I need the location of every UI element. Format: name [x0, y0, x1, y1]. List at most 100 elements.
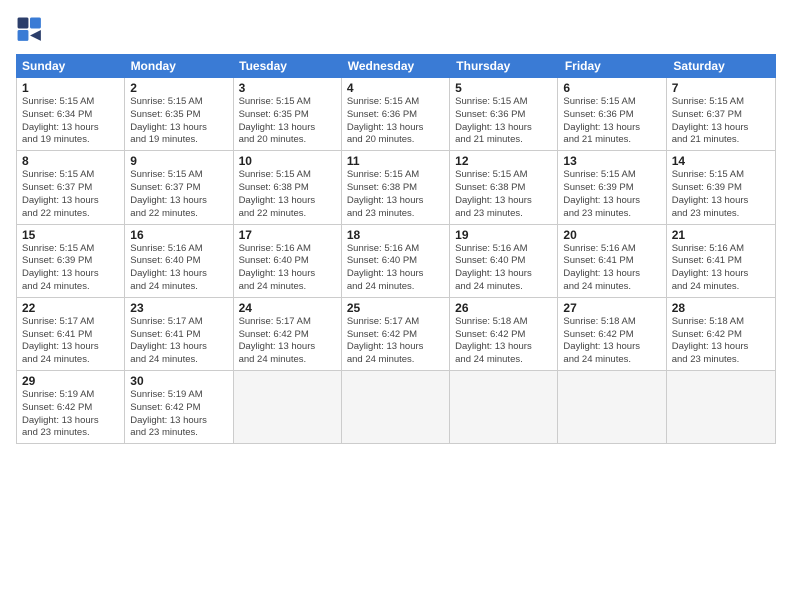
day-info: Sunrise: 5:15 AM Sunset: 6:36 PM Dayligh…: [347, 96, 444, 147]
calendar-body: 1Sunrise: 5:15 AM Sunset: 6:34 PM Daylig…: [16, 78, 776, 444]
day-number: 22: [22, 301, 119, 315]
day-info: Sunrise: 5:15 AM Sunset: 6:37 PM Dayligh…: [672, 96, 770, 147]
calendar-cell: 19Sunrise: 5:16 AM Sunset: 6:40 PM Dayli…: [450, 225, 558, 297]
calendar-cell: 7Sunrise: 5:15 AM Sunset: 6:37 PM Daylig…: [667, 78, 775, 150]
day-number: 6: [563, 81, 660, 95]
day-info: Sunrise: 5:15 AM Sunset: 6:37 PM Dayligh…: [22, 169, 119, 220]
calendar-cell: 5Sunrise: 5:15 AM Sunset: 6:36 PM Daylig…: [450, 78, 558, 150]
header: [16, 16, 776, 44]
day-number: 5: [455, 81, 552, 95]
calendar-cell: 21Sunrise: 5:16 AM Sunset: 6:41 PM Dayli…: [667, 225, 775, 297]
day-number: 7: [672, 81, 770, 95]
calendar-cell: 26Sunrise: 5:18 AM Sunset: 6:42 PM Dayli…: [450, 298, 558, 370]
day-info: Sunrise: 5:19 AM Sunset: 6:42 PM Dayligh…: [130, 389, 227, 440]
calendar-cell: 25Sunrise: 5:17 AM Sunset: 6:42 PM Dayli…: [342, 298, 450, 370]
day-number: 21: [672, 228, 770, 242]
day-number: 12: [455, 154, 552, 168]
calendar-cell: [450, 371, 558, 443]
day-info: Sunrise: 5:15 AM Sunset: 6:39 PM Dayligh…: [563, 169, 660, 220]
calendar-cell: 6Sunrise: 5:15 AM Sunset: 6:36 PM Daylig…: [558, 78, 666, 150]
calendar-cell: [667, 371, 775, 443]
day-number: 29: [22, 374, 119, 388]
calendar-cell: 30Sunrise: 5:19 AM Sunset: 6:42 PM Dayli…: [125, 371, 233, 443]
page: SundayMondayTuesdayWednesdayThursdayFrid…: [0, 0, 792, 612]
day-info: Sunrise: 5:15 AM Sunset: 6:39 PM Dayligh…: [22, 243, 119, 294]
day-info: Sunrise: 5:18 AM Sunset: 6:42 PM Dayligh…: [455, 316, 552, 367]
calendar-cell: 4Sunrise: 5:15 AM Sunset: 6:36 PM Daylig…: [342, 78, 450, 150]
calendar-header: SundayMondayTuesdayWednesdayThursdayFrid…: [16, 54, 776, 78]
calendar: SundayMondayTuesdayWednesdayThursdayFrid…: [16, 54, 776, 596]
day-number: 4: [347, 81, 444, 95]
day-info: Sunrise: 5:18 AM Sunset: 6:42 PM Dayligh…: [563, 316, 660, 367]
day-number: 10: [239, 154, 336, 168]
day-number: 24: [239, 301, 336, 315]
header-day-monday: Monday: [125, 54, 234, 78]
day-info: Sunrise: 5:15 AM Sunset: 6:35 PM Dayligh…: [239, 96, 336, 147]
calendar-cell: 3Sunrise: 5:15 AM Sunset: 6:35 PM Daylig…: [234, 78, 342, 150]
calendar-cell: 9Sunrise: 5:15 AM Sunset: 6:37 PM Daylig…: [125, 151, 233, 223]
calendar-cell: 20Sunrise: 5:16 AM Sunset: 6:41 PM Dayli…: [558, 225, 666, 297]
calendar-cell: 28Sunrise: 5:18 AM Sunset: 6:42 PM Dayli…: [667, 298, 775, 370]
day-number: 8: [22, 154, 119, 168]
day-info: Sunrise: 5:16 AM Sunset: 6:40 PM Dayligh…: [130, 243, 227, 294]
day-info: Sunrise: 5:16 AM Sunset: 6:40 PM Dayligh…: [239, 243, 336, 294]
header-day-tuesday: Tuesday: [233, 54, 342, 78]
day-number: 11: [347, 154, 444, 168]
day-number: 16: [130, 228, 227, 242]
day-number: 15: [22, 228, 119, 242]
day-info: Sunrise: 5:16 AM Sunset: 6:40 PM Dayligh…: [347, 243, 444, 294]
day-number: 17: [239, 228, 336, 242]
day-info: Sunrise: 5:15 AM Sunset: 6:38 PM Dayligh…: [239, 169, 336, 220]
day-number: 2: [130, 81, 227, 95]
header-day-thursday: Thursday: [450, 54, 559, 78]
day-number: 30: [130, 374, 227, 388]
day-info: Sunrise: 5:17 AM Sunset: 6:41 PM Dayligh…: [130, 316, 227, 367]
day-number: 27: [563, 301, 660, 315]
header-day-friday: Friday: [559, 54, 668, 78]
calendar-cell: 18Sunrise: 5:16 AM Sunset: 6:40 PM Dayli…: [342, 225, 450, 297]
header-day-saturday: Saturday: [667, 54, 776, 78]
logo: [16, 16, 48, 44]
day-number: 28: [672, 301, 770, 315]
calendar-cell: 11Sunrise: 5:15 AM Sunset: 6:38 PM Dayli…: [342, 151, 450, 223]
calendar-cell: 22Sunrise: 5:17 AM Sunset: 6:41 PM Dayli…: [17, 298, 125, 370]
header-day-wednesday: Wednesday: [342, 54, 451, 78]
day-number: 9: [130, 154, 227, 168]
day-info: Sunrise: 5:16 AM Sunset: 6:41 PM Dayligh…: [672, 243, 770, 294]
calendar-cell: 15Sunrise: 5:15 AM Sunset: 6:39 PM Dayli…: [17, 225, 125, 297]
day-info: Sunrise: 5:15 AM Sunset: 6:34 PM Dayligh…: [22, 96, 119, 147]
calendar-row-2: 8Sunrise: 5:15 AM Sunset: 6:37 PM Daylig…: [17, 151, 775, 224]
day-info: Sunrise: 5:15 AM Sunset: 6:37 PM Dayligh…: [130, 169, 227, 220]
day-number: 14: [672, 154, 770, 168]
calendar-row-5: 29Sunrise: 5:19 AM Sunset: 6:42 PM Dayli…: [17, 371, 775, 443]
calendar-row-3: 15Sunrise: 5:15 AM Sunset: 6:39 PM Dayli…: [17, 225, 775, 298]
calendar-cell: 16Sunrise: 5:16 AM Sunset: 6:40 PM Dayli…: [125, 225, 233, 297]
day-number: 20: [563, 228, 660, 242]
header-day-sunday: Sunday: [16, 54, 125, 78]
day-info: Sunrise: 5:16 AM Sunset: 6:41 PM Dayligh…: [563, 243, 660, 294]
calendar-cell: 23Sunrise: 5:17 AM Sunset: 6:41 PM Dayli…: [125, 298, 233, 370]
calendar-cell: 14Sunrise: 5:15 AM Sunset: 6:39 PM Dayli…: [667, 151, 775, 223]
day-number: 3: [239, 81, 336, 95]
calendar-cell: 17Sunrise: 5:16 AM Sunset: 6:40 PM Dayli…: [234, 225, 342, 297]
calendar-row-1: 1Sunrise: 5:15 AM Sunset: 6:34 PM Daylig…: [17, 78, 775, 151]
day-info: Sunrise: 5:17 AM Sunset: 6:41 PM Dayligh…: [22, 316, 119, 367]
day-info: Sunrise: 5:15 AM Sunset: 6:38 PM Dayligh…: [455, 169, 552, 220]
logo-icon: [16, 16, 44, 44]
calendar-cell: 10Sunrise: 5:15 AM Sunset: 6:38 PM Dayli…: [234, 151, 342, 223]
calendar-cell: 1Sunrise: 5:15 AM Sunset: 6:34 PM Daylig…: [17, 78, 125, 150]
day-number: 13: [563, 154, 660, 168]
day-info: Sunrise: 5:15 AM Sunset: 6:36 PM Dayligh…: [563, 96, 660, 147]
day-info: Sunrise: 5:17 AM Sunset: 6:42 PM Dayligh…: [239, 316, 336, 367]
day-info: Sunrise: 5:15 AM Sunset: 6:35 PM Dayligh…: [130, 96, 227, 147]
day-info: Sunrise: 5:19 AM Sunset: 6:42 PM Dayligh…: [22, 389, 119, 440]
day-info: Sunrise: 5:17 AM Sunset: 6:42 PM Dayligh…: [347, 316, 444, 367]
calendar-cell: 8Sunrise: 5:15 AM Sunset: 6:37 PM Daylig…: [17, 151, 125, 223]
day-info: Sunrise: 5:15 AM Sunset: 6:36 PM Dayligh…: [455, 96, 552, 147]
day-info: Sunrise: 5:15 AM Sunset: 6:39 PM Dayligh…: [672, 169, 770, 220]
calendar-cell: 24Sunrise: 5:17 AM Sunset: 6:42 PM Dayli…: [234, 298, 342, 370]
calendar-cell: [558, 371, 666, 443]
day-number: 19: [455, 228, 552, 242]
day-number: 25: [347, 301, 444, 315]
day-number: 18: [347, 228, 444, 242]
